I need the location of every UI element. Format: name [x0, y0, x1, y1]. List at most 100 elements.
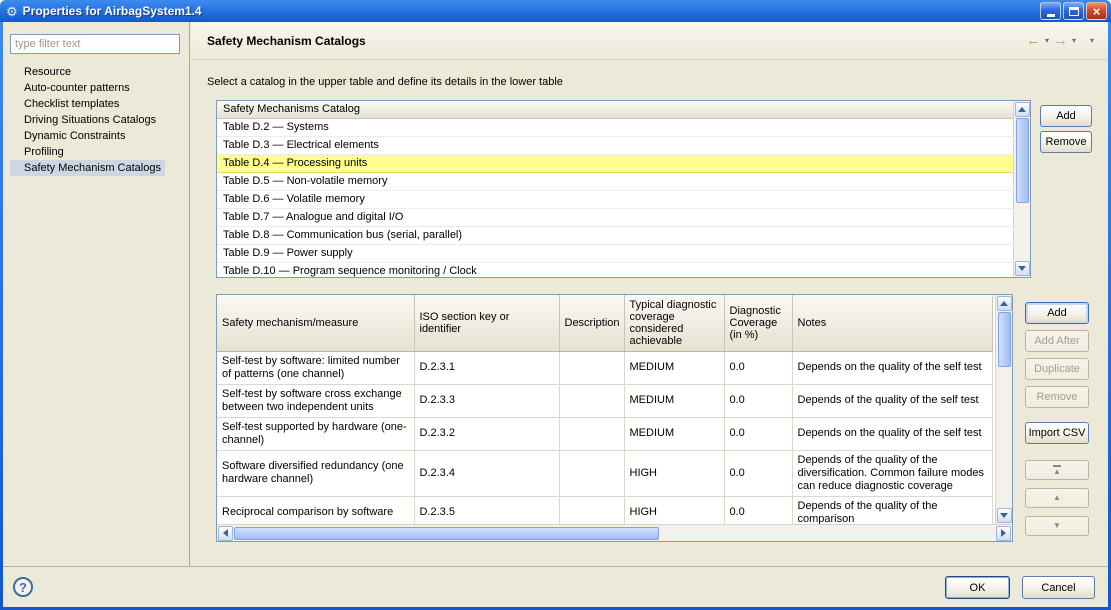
forward-icon[interactable]: →	[1053, 33, 1068, 48]
close-button[interactable]: ×	[1086, 2, 1107, 20]
catalog-row[interactable]: Table D.8 — Communication bus (serial, p…	[217, 227, 1013, 245]
page-header: Safety Mechanism Catalogs ← ▾ → ▾ ▾	[191, 22, 1108, 60]
catalog-row[interactable]: Table D.3 — Electrical elements	[217, 137, 1013, 155]
table-cell[interactable]: Depends on the quality of the self test	[792, 351, 992, 384]
details-table: Safety mechanism/measure ISO section key…	[216, 294, 1013, 542]
table-cell[interactable]: MEDIUM	[624, 384, 724, 417]
help-button[interactable]: ?	[13, 577, 33, 597]
titlebar[interactable]: ⚙ Properties for AirbagSystem1.4 ×	[0, 0, 1111, 22]
catalog-row-selected[interactable]: Table D.4 — Processing units	[217, 155, 1013, 173]
sidebar-item-driving-situations-catalogs[interactable]: Driving Situations Catalogs	[10, 112, 185, 128]
sidebar-item-checklist-templates[interactable]: Checklist templates	[10, 96, 185, 112]
column-header[interactable]: Typical diagnostic coverage considered a…	[624, 295, 724, 351]
details-add-button[interactable]: Add	[1025, 302, 1089, 324]
scroll-up-icon[interactable]	[997, 296, 1012, 311]
table-row[interactable]: Self-test by software cross exchange bet…	[217, 384, 992, 417]
table-cell[interactable]: Software diversified redundancy (one har…	[217, 450, 414, 496]
table-row[interactable]: Software diversified redundancy (one har…	[217, 450, 992, 496]
table-cell[interactable]: MEDIUM	[624, 417, 724, 450]
column-header[interactable]: Notes	[792, 295, 992, 351]
move-down-button[interactable]: ▼	[1025, 516, 1089, 536]
details-hscrollbar[interactable]	[217, 524, 1012, 541]
scrollbar-thumb[interactable]	[234, 527, 659, 540]
ok-button[interactable]: OK	[945, 576, 1010, 599]
maximize-button[interactable]	[1063, 2, 1084, 20]
scrollbar-thumb[interactable]	[998, 312, 1011, 367]
table-cell[interactable]: Self-test by software: limited number of…	[217, 351, 414, 384]
table-cell[interactable]: D.2.3.1	[414, 351, 559, 384]
table-cell[interactable]: HIGH	[624, 450, 724, 496]
scroll-left-icon[interactable]	[218, 526, 233, 541]
table-cell[interactable]	[559, 417, 624, 450]
table-row[interactable]: Self-test supported by hardware (one-cha…	[217, 417, 992, 450]
catalog-column-header[interactable]: Safety Mechanisms Catalog	[217, 101, 1013, 119]
scrollbar-thumb[interactable]	[1016, 118, 1029, 203]
table-cell[interactable]: HIGH	[624, 496, 724, 524]
sidebar-item-dynamic-constraints[interactable]: Dynamic Constraints	[10, 128, 185, 144]
catalog-row[interactable]: Table D.5 — Non-volatile memory	[217, 173, 1013, 191]
table-row[interactable]: Self-test by software: limited number of…	[217, 351, 992, 384]
table-cell[interactable]: D.2.3.5	[414, 496, 559, 524]
sidebar-item-resource[interactable]: Resource	[10, 64, 185, 80]
details-duplicate-button[interactable]: Duplicate	[1025, 358, 1089, 380]
table-cell[interactable]: 0.0	[724, 384, 792, 417]
scroll-down-icon[interactable]	[997, 508, 1012, 523]
sidebar-item-auto-counter-patterns[interactable]: Auto-counter patterns	[10, 80, 185, 96]
table-cell[interactable]	[559, 450, 624, 496]
view-menu-icon[interactable]: ▾	[1088, 37, 1096, 45]
column-header[interactable]: ISO section key or identifier	[414, 295, 559, 351]
window-controls: ×	[1040, 2, 1107, 20]
column-header[interactable]: Safety mechanism/measure	[217, 295, 414, 351]
minimize-button[interactable]	[1040, 2, 1061, 20]
table-cell[interactable]	[559, 496, 624, 524]
catalog-row[interactable]: Table D.9 — Power supply	[217, 245, 1013, 263]
scroll-down-icon[interactable]	[1015, 261, 1030, 276]
catalog-remove-button[interactable]: Remove	[1040, 131, 1092, 153]
move-top-button[interactable]: ▲	[1025, 460, 1089, 480]
details-vscrollbar[interactable]	[995, 295, 1012, 524]
move-top-icon: ▲	[1053, 465, 1061, 476]
table-cell[interactable]	[559, 351, 624, 384]
table-cell[interactable]: 0.0	[724, 351, 792, 384]
move-up-button[interactable]: ▲	[1025, 488, 1089, 508]
scroll-up-icon[interactable]	[1015, 102, 1030, 117]
table-cell[interactable]: Self-test by software cross exchange bet…	[217, 384, 414, 417]
table-cell[interactable]: 0.0	[724, 450, 792, 496]
back-icon[interactable]: ←	[1026, 33, 1041, 48]
table-cell[interactable]: Depends of the quality of the diversific…	[792, 450, 992, 496]
sidebar-item-profiling[interactable]: Profiling	[10, 144, 185, 160]
table-cell[interactable]: D.2.3.3	[414, 384, 559, 417]
back-menu-icon[interactable]: ▾	[1043, 37, 1051, 45]
catalog-scrollbar[interactable]	[1013, 101, 1030, 277]
column-header[interactable]: Description	[559, 295, 624, 351]
catalog-row[interactable]: Table D.7 — Analogue and digital I/O	[217, 209, 1013, 227]
table-cell[interactable]: 0.0	[724, 417, 792, 450]
table-cell[interactable]	[559, 384, 624, 417]
table-row[interactable]: Reciprocal comparison by software D.2.3.…	[217, 496, 992, 524]
filter-input[interactable]	[10, 34, 180, 54]
column-header[interactable]: Diagnostic Coverage (in %)	[724, 295, 792, 351]
details-buttons: Add Add After Duplicate Remove Import CS…	[1025, 302, 1089, 536]
sidebar-item-safety-mechanism-catalogs[interactable]: Safety Mechanism Catalogs	[10, 160, 165, 176]
catalog-add-button[interactable]: Add	[1040, 105, 1092, 127]
properties-window-icon: ⚙	[6, 5, 18, 18]
table-cell[interactable]: Depends of the quality of the comparison	[792, 496, 992, 524]
table-cell[interactable]: MEDIUM	[624, 351, 724, 384]
details-add-after-button[interactable]: Add After	[1025, 330, 1089, 352]
table-cell[interactable]: D.2.3.4	[414, 450, 559, 496]
catalog-row[interactable]: Table D.2 — Systems	[217, 119, 1013, 137]
table-cell[interactable]: Depends of the quality of the self test	[792, 384, 992, 417]
details-import-csv-button[interactable]: Import CSV	[1025, 422, 1089, 444]
table-cell[interactable]: D.2.3.2	[414, 417, 559, 450]
catalog-row[interactable]: Table D.10 — Program sequence monitoring…	[217, 263, 1013, 277]
catalog-row[interactable]: Table D.6 — Volatile memory	[217, 191, 1013, 209]
details-remove-button[interactable]: Remove	[1025, 386, 1089, 408]
scroll-right-icon[interactable]	[996, 526, 1011, 541]
cancel-button[interactable]: Cancel	[1022, 576, 1095, 599]
table-cell[interactable]: Depends on the quality of the self test	[792, 417, 992, 450]
forward-menu-icon[interactable]: ▾	[1070, 37, 1078, 45]
table-cell[interactable]: Self-test supported by hardware (one-cha…	[217, 417, 414, 450]
table-cell[interactable]: 0.0	[724, 496, 792, 524]
details-header-row: Safety mechanism/measure ISO section key…	[217, 295, 992, 351]
table-cell[interactable]: Reciprocal comparison by software	[217, 496, 414, 524]
